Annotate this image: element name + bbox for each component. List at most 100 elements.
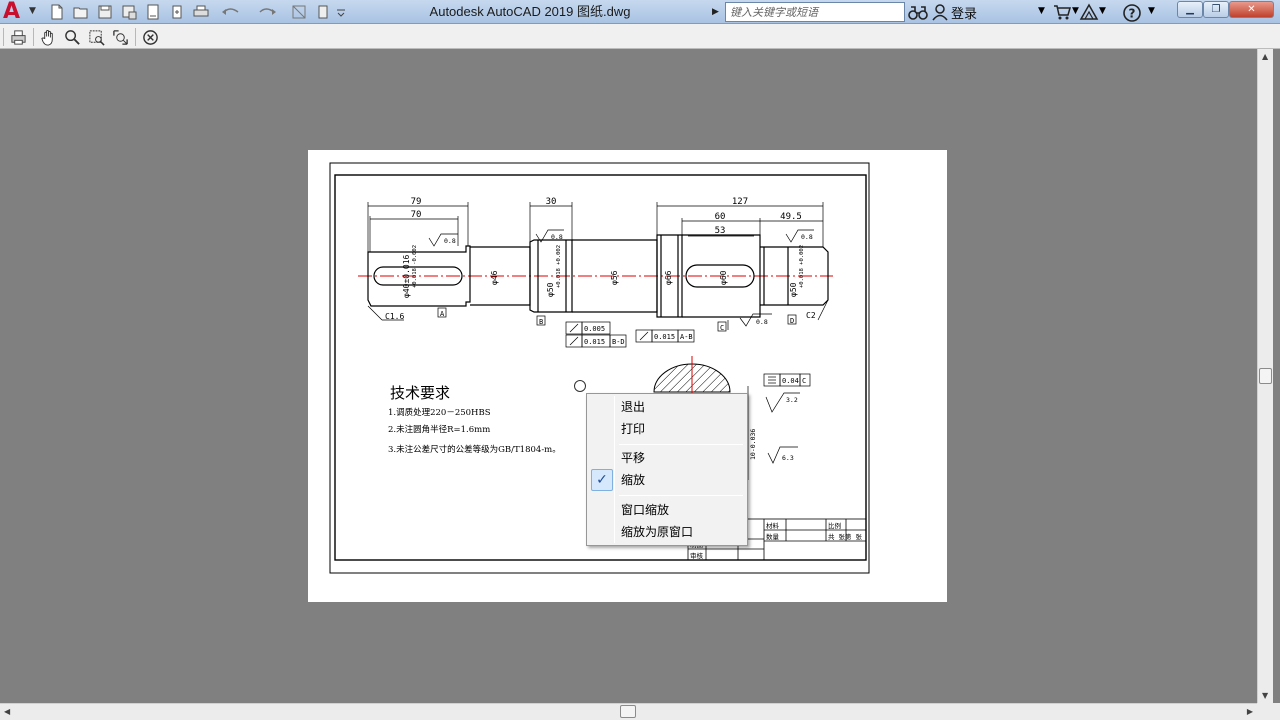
toolbar-separator xyxy=(33,28,34,46)
match-properties-icon[interactable] xyxy=(290,3,308,21)
maximize-button[interactable]: ❐ xyxy=(1203,1,1229,18)
autocad-window: A ▼ Autodesk AutoCAD 2019 图纸.dwg ▶ 登录 ▼ … xyxy=(0,0,1280,720)
datum-label: B xyxy=(539,318,543,326)
search-input[interactable] xyxy=(725,2,905,22)
menu-separator xyxy=(619,495,743,496)
roughness-value: 0.8 xyxy=(756,318,768,326)
close-preview-icon xyxy=(142,29,158,45)
scroll-left-icon[interactable]: ◀ xyxy=(4,707,10,716)
menu-item-zoom-original[interactable]: 缩放为原窗口 xyxy=(589,521,745,543)
publish-web-icon[interactable] xyxy=(144,3,162,21)
export-icon[interactable] xyxy=(168,3,186,21)
workspace-icon[interactable] xyxy=(314,3,332,21)
menu-item-pan[interactable]: 平移 xyxy=(589,447,745,469)
open-file-icon[interactable] xyxy=(72,3,90,21)
autodesk-a360-icon[interactable] xyxy=(1079,3,1099,25)
diameter-shaft6: φ60 xyxy=(719,270,728,285)
redo-icon[interactable] xyxy=(252,3,280,21)
close-icon: ✕ xyxy=(1247,4,1256,15)
plot-preview-canvas[interactable]: 79 70 30 127 60 49.5 53 0.8 0.8 0.8 0.8 … xyxy=(0,49,1257,703)
scroll-right-icon[interactable]: ▶ xyxy=(1247,707,1253,716)
menu-item-exit[interactable]: 退出 xyxy=(589,396,745,418)
save-icon[interactable] xyxy=(96,3,114,21)
tech-requirement-2: 2.未注圆角半径R=1.6mm xyxy=(388,424,490,435)
minimize-button[interactable]: ▁ xyxy=(1177,1,1203,18)
scroll-down-icon[interactable]: ▼ xyxy=(1262,691,1268,700)
cart-icon[interactable] xyxy=(1053,3,1071,25)
dimension-79: 79 xyxy=(411,197,422,207)
menu-item-zoom-label: 缩放 xyxy=(621,473,646,487)
horizontal-scroll-thumb[interactable] xyxy=(620,705,636,718)
title-block-scale: 比例 xyxy=(828,521,841,530)
undo-icon[interactable] xyxy=(218,3,246,21)
restore-icon: ❐ xyxy=(1211,4,1221,15)
tolerance-reference: C xyxy=(802,377,806,385)
diameter-shaft1-tolerance: +0.018 -0.002 xyxy=(412,245,418,288)
roughness-value: 3.2 xyxy=(786,396,798,404)
scroll-up-icon[interactable]: ▲ xyxy=(1262,52,1268,61)
scrollbar-corner xyxy=(1257,703,1280,720)
customize-toolbar-icon[interactable] xyxy=(334,3,348,21)
vertical-scroll-thumb[interactable] xyxy=(1259,368,1272,384)
pan-button[interactable] xyxy=(38,27,58,47)
zoom-original-icon xyxy=(112,29,128,45)
title-block-quantity: 数量 xyxy=(766,532,780,541)
search-expand-arrow-icon[interactable]: ▶ xyxy=(712,2,724,22)
tolerance-value: 0.005 xyxy=(584,325,605,333)
zoom-icon xyxy=(64,29,80,45)
sign-in-button[interactable]: 登录 xyxy=(932,3,978,22)
menu-item-zoom[interactable]: ✓ 缩放 xyxy=(589,469,745,491)
chevron-down-icon[interactable]: ▼ xyxy=(1099,6,1106,16)
dimension-30: 30 xyxy=(546,197,557,207)
sign-in-label: 登录 xyxy=(951,6,978,22)
menu-item-zoom-window[interactable]: 窗口缩放 xyxy=(589,499,745,521)
tolerance-value: 0.04 xyxy=(782,377,799,385)
roughness-value: 0.8 xyxy=(801,233,813,241)
save-as-icon[interactable] xyxy=(120,3,138,21)
vertical-scrollbar[interactable]: ▲ ▼ xyxy=(1257,49,1273,703)
toolbar-grip xyxy=(3,28,4,46)
diameter-shaft1: φ40±0.016 xyxy=(402,254,411,298)
plot-icon[interactable] xyxy=(192,3,210,21)
menu-item-print[interactable]: 打印 xyxy=(589,418,745,440)
tech-requirement-1: 1.调质处理220－250HBS xyxy=(388,407,491,418)
diameter-shaft7-tolerance: +0.018 +0.002 xyxy=(799,245,805,288)
chevron-down-icon[interactable]: ▼ xyxy=(1072,6,1079,16)
zoom-original-button[interactable] xyxy=(110,27,130,47)
application-menu-button[interactable]: A ▼ xyxy=(0,0,40,24)
preview-toolbar xyxy=(0,24,1280,49)
minimize-icon: ▁ xyxy=(1186,4,1194,15)
new-file-icon[interactable] xyxy=(48,3,66,21)
menu-separator xyxy=(619,444,743,445)
close-button[interactable]: ✕ xyxy=(1229,1,1274,18)
diameter-shaft7: φ50 xyxy=(789,282,798,297)
chevron-down-icon[interactable]: ▼ xyxy=(1148,6,1155,16)
dimension-60: 60 xyxy=(715,212,726,222)
horizontal-scrollbar[interactable]: ◀ ▶ xyxy=(0,703,1257,720)
dimension-49-5: 49.5 xyxy=(780,212,802,222)
print-icon xyxy=(10,29,26,45)
chevron-down-icon: ▼ xyxy=(29,6,36,16)
diameter-shaft3: φ50 xyxy=(546,282,555,297)
binoculars-search-icon[interactable] xyxy=(908,3,928,25)
zoom-window-button[interactable] xyxy=(86,27,106,47)
tolerance-value: 0.015 xyxy=(654,333,675,341)
chevron-down-icon[interactable]: ▼ xyxy=(1038,6,1045,16)
print-button[interactable] xyxy=(8,27,28,47)
chamfer-label: C2 xyxy=(806,311,816,320)
diameter-shaft3-tolerance: +0.018 +0.002 xyxy=(556,245,562,288)
close-preview-button[interactable] xyxy=(140,27,160,47)
section-dimension: 10-0.036 xyxy=(749,429,757,460)
roughness-value: 0.8 xyxy=(551,233,563,241)
dimension-53: 53 xyxy=(715,226,726,236)
checkmark-icon: ✓ xyxy=(591,469,613,491)
tech-requirement-3: 3.未注公差尺寸的公差等级为GB/T1804-m。 xyxy=(388,444,561,455)
autocad-logo-icon: A xyxy=(3,0,21,24)
svg-text:?: ? xyxy=(1129,7,1136,21)
cursor-icon xyxy=(574,380,586,392)
zoom-realtime-button[interactable] xyxy=(62,27,82,47)
toolbar-separator xyxy=(135,28,136,46)
tolerance-reference: B-D xyxy=(612,338,625,346)
context-menu: 退出 打印 平移 ✓ 缩放 窗口缩放 缩放为原窗口 xyxy=(586,393,748,546)
datum-label: D xyxy=(790,317,794,325)
